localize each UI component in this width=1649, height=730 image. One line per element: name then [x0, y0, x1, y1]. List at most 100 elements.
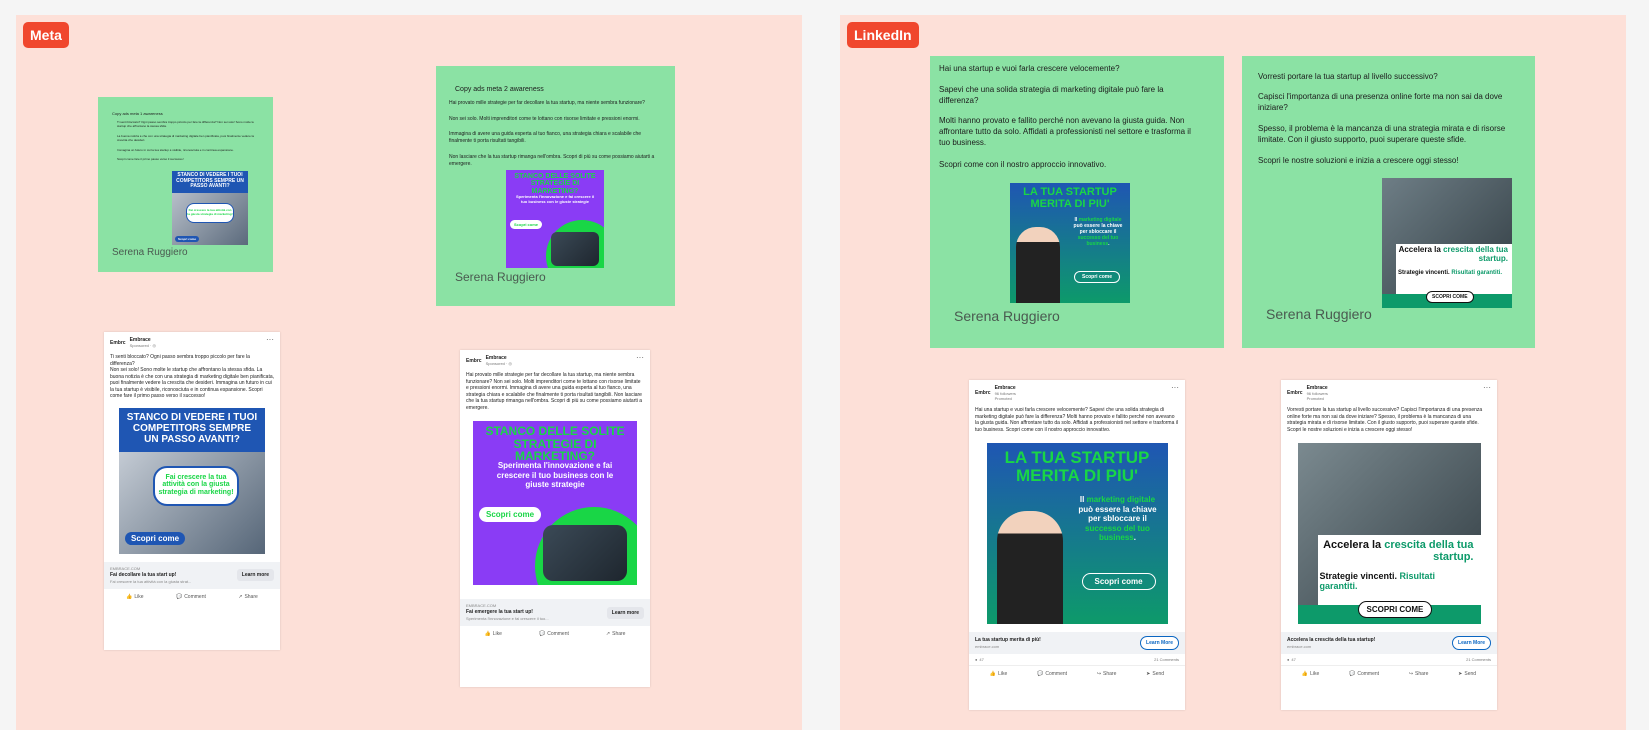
post-copy: Hai provato mille strategie per far deco… [466, 372, 643, 411]
creative-cta[interactable]: Scopri come [175, 236, 200, 242]
linkedin-copy-note-2[interactable]: Vorresti portare la tua startup al livel… [1242, 56, 1535, 348]
creative-competitors-thumbnail[interactable]: STANCO DI VEDERE I TUOI COMPETITORS SEMP… [172, 171, 248, 245]
note-paragraph: Non lasciare che la tua startup rimanga … [449, 154, 655, 167]
comment-button[interactable]: 💬 Comment [1349, 671, 1379, 677]
linkedin-ad-preview-2[interactable]: Embrc Embrace 96 followers Promoted ··· … [1281, 380, 1497, 710]
more-options-icon[interactable]: ··· [1483, 383, 1491, 392]
share-button[interactable]: ↪ Share [1097, 671, 1117, 677]
like-button[interactable]: 👍 Like [485, 631, 502, 637]
creative-cta[interactable]: Scopri come [479, 507, 542, 522]
send-button[interactable]: ➤ Send [1458, 671, 1476, 677]
creative-body: Il marketing digitale può essere la chia… [1078, 495, 1157, 543]
post-header: Embrc Embrace 96 followers Promoted ··· [969, 380, 1185, 401]
creative-cta[interactable]: SCOPRI COME [1357, 601, 1433, 618]
creative-competitors-image[interactable]: STANCO DI VEDERE I TUOI COMPETITORS SEMP… [119, 407, 265, 554]
comment-button[interactable]: 💬 Comment [539, 631, 569, 637]
reactions-bar: ● 47 21 Comments [1281, 654, 1497, 666]
like-reaction-icon: ● [975, 657, 978, 662]
meta-section[interactable]: Meta Copy ads meta 1 awareness Ti senti … [16, 15, 802, 730]
more-options-icon[interactable]: ··· [1171, 383, 1179, 392]
creative-bubble: Fai crescere la tua attività con la gius… [153, 465, 239, 506]
creative-cta[interactable]: Scopri come [510, 220, 543, 229]
post-header: Embrc Embrace 96 followers Promoted ··· [1281, 380, 1497, 401]
share-icon: ↪ [1096, 671, 1102, 677]
link-footer[interactable]: EMBRACE.COM Fai emergere la tua start up… [460, 599, 650, 626]
link-domain: EMBRACE.COM [110, 565, 141, 571]
creative-accelera-thumbnail[interactable]: Accelera la crescita della tua startup. … [1382, 178, 1512, 308]
send-icon: ➤ [1458, 671, 1463, 677]
promoted-label: Promoted [994, 396, 1012, 401]
share-icon: ↪ [1408, 671, 1414, 677]
note-paragraph: Ti senti bloccato? Ogni passo sembra tro… [117, 120, 254, 128]
creative-body: Il marketing digitale può essere la chia… [1073, 217, 1123, 247]
comment-button[interactable]: 💬 Comment [176, 594, 206, 600]
creative-bubble: Fai crescere la tua attività con la gius… [186, 203, 234, 223]
facebook-ad-preview-2[interactable]: Embrc Embrace Sponsored · ◎ ··· Hai prov… [460, 350, 650, 687]
note-paragraph: Hai una startup e vuoi farla crescere ve… [939, 64, 1120, 73]
creative-person [1016, 227, 1060, 303]
linkedin-copy-note-1[interactable]: Hai una startup e vuoi farla crescere ve… [930, 56, 1224, 348]
creative-cta[interactable]: Scopri come [1081, 573, 1156, 590]
linkedin-section-label[interactable]: LinkedIn [847, 22, 919, 48]
creative-cta[interactable]: SCOPRI COME [1426, 291, 1474, 303]
creative-cta[interactable]: Scopri come [125, 531, 186, 545]
comment-icon: 💬 [1349, 671, 1356, 677]
linkedin-section[interactable]: LinkedIn Hai una startup e vuoi farla cr… [840, 15, 1626, 730]
note-paragraph: Sapevi che una solida strategia di marke… [939, 85, 1164, 105]
linkedin-ad-preview-1[interactable]: Embrc Embrace 96 followers Promoted ··· … [969, 380, 1185, 710]
note-title: Copy ads meta 2 awareness [455, 86, 544, 93]
like-button[interactable]: 👍 Like [990, 671, 1007, 677]
thumbs-up-icon: 👍 [989, 671, 997, 677]
share-button[interactable]: ↪ Share [1409, 671, 1429, 677]
learn-more-button[interactable]: Learn more [236, 569, 274, 581]
like-button[interactable]: 👍 Like [1302, 671, 1319, 677]
link-domain: embrace.com [1287, 643, 1312, 649]
link-footer[interactable]: EMBRACE.COM Fai decollare la tua start u… [104, 561, 280, 589]
comments-count[interactable]: 21 Comments [1154, 657, 1179, 662]
like-button[interactable]: 👍 Like [126, 594, 143, 600]
comment-icon: 💬 [538, 631, 546, 637]
link-footer[interactable]: Accelera la crescita della tua startup! … [1281, 632, 1497, 654]
learn-more-button[interactable]: Learn more [606, 606, 644, 619]
note-paragraph: Scopri come con il nostro approccio inno… [939, 160, 1107, 169]
post-copy: Hai una startup e vuoi farla crescere ve… [975, 407, 1178, 433]
meta-section-label[interactable]: Meta [23, 22, 69, 48]
brand-logo: Embrc [110, 339, 126, 346]
creative-photo [543, 525, 627, 581]
reactions-count[interactable]: ● 47 [975, 657, 984, 662]
creative-headline: Accelera la crescita della tua startup. [1323, 539, 1474, 564]
comment-button[interactable]: 💬 Comment [1037, 671, 1067, 677]
creative-strategies-image[interactable]: STANCO DELLE SOLITE STRATEGIE DI MARKETI… [473, 421, 637, 585]
note-author: Serena Ruggiero [1266, 306, 1372, 322]
share-button[interactable]: ↗ Share [238, 594, 258, 600]
learn-more-button[interactable]: Learn More [1140, 636, 1179, 650]
creative-sub: Strategie vincenti. Risultati garantiti. [1398, 270, 1503, 276]
creative-headline: STANCO DI VEDERE I TUOI COMPETITORS SEMP… [126, 411, 258, 445]
reactions-count[interactable]: ● 47 [1287, 657, 1296, 662]
meta-copy-note-1[interactable]: Copy ads meta 1 awareness Ti senti blocc… [98, 97, 273, 272]
comment-icon: 💬 [1037, 671, 1044, 677]
note-paragraph: Spesso, il problema è la mancanza di una… [1258, 124, 1506, 144]
post-actions: 👍 Like 💬 Comment ↪ Share ➤ Send [969, 666, 1185, 682]
brand-logo: Embrc [975, 390, 991, 396]
link-title: Fai emergere la tua start up! [466, 609, 533, 615]
more-options-icon[interactable]: ··· [636, 353, 644, 362]
meta-copy-note-2[interactable]: Copy ads meta 2 awareness Hai provato mi… [436, 66, 675, 306]
facebook-ad-preview-1[interactable]: Embrc Embrace Sponsored · ◎ ··· Ti senti… [104, 332, 280, 650]
more-options-icon[interactable]: ··· [266, 335, 274, 344]
brand-logo: Embrc [466, 357, 482, 364]
brand-logo: Embrc [1287, 390, 1303, 396]
post-header: Embrc Embrace Sponsored · ◎ ··· [460, 350, 650, 366]
creative-strategies-thumbnail[interactable]: STANCO DELLE SOLITE STRATEGIE DI MARKETI… [506, 170, 604, 268]
share-button[interactable]: ↗ Share [606, 631, 626, 637]
creative-accelera-image[interactable]: Accelera la crescita della tua startup. … [1297, 443, 1481, 624]
note-paragraph: Vorresti portare la tua startup al livel… [1258, 72, 1438, 81]
send-button[interactable]: ➤ Send [1146, 671, 1164, 677]
creative-cta[interactable]: Scopri come [1074, 271, 1121, 283]
learn-more-button[interactable]: Learn More [1452, 636, 1491, 650]
creative-startup-image[interactable]: LA TUA STARTUP MERITA DI PIU' Il marketi… [986, 443, 1168, 624]
promoted-label: Promoted [1306, 396, 1324, 401]
link-footer[interactable]: La tua startup merita di più! embrace.co… [969, 632, 1185, 654]
comments-count[interactable]: 21 Comments [1466, 657, 1491, 662]
creative-startup-thumbnail[interactable]: LA TUA STARTUP MERITA DI PIU' Il marketi… [1010, 183, 1130, 303]
